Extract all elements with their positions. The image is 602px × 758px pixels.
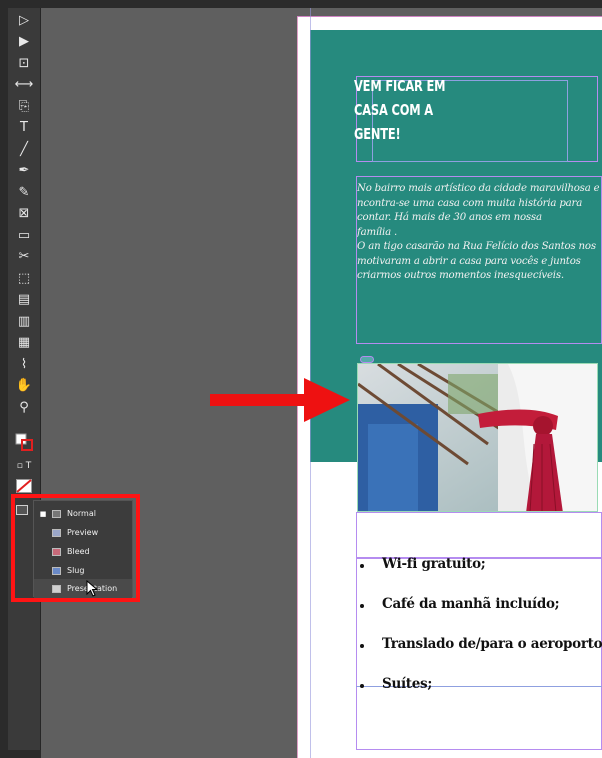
type-tool-icon[interactable]: T [8,118,40,138]
free-transform-tool-icon[interactable]: ⬚ [8,268,40,288]
bullet-item: Wi-fi gratuito; [358,556,602,596]
zoom-tool-icon[interactable]: ⚲ [8,397,40,417]
red-highlight-box [11,494,140,602]
spacer-frame[interactable] [356,512,602,558]
content-grabber-icon[interactable] [360,356,374,363]
scissors-tool-icon[interactable]: ✂ [8,247,40,267]
photo-image [358,364,597,511]
pen-tool-icon[interactable]: ✒ [8,161,40,181]
content-collector-icon[interactable]: ⎘ [8,96,40,116]
rectangle-frame-tool-icon[interactable]: ⊠ [8,204,40,224]
body-line: O an tigo casarão na Rua Felício dos San… [357,241,596,252]
fill-stroke-swatch-icon[interactable] [8,432,40,452]
direct-selection-tool-icon[interactable]: ▶ [8,32,40,52]
headline-line: GENTE! [354,125,401,143]
body-line: motivaram a abrir a casa para vocês e ju… [357,255,581,267]
gap-tool-icon[interactable]: ⟷ [8,75,40,95]
body-line: família . [357,226,398,238]
headline-line: VEM FICAR EM [354,77,446,95]
bullet-list[interactable]: Wi-fi gratuito; Café da manhã incluído; … [358,556,602,716]
formatting-affects-text-icon[interactable]: ▫ T [8,456,40,476]
body-text[interactable]: No bairro mais artístico da cidade marav… [357,182,599,284]
headline-line: CASA COM A [354,101,433,119]
red-arrow-annotation [210,378,350,422]
bullet-item: Café da manhã incluído; [358,596,602,636]
pencil-tool-icon[interactable]: ✎ [8,182,40,202]
body-line: contar. Há mais de 30 anos em nossa [357,212,542,223]
photo-frame[interactable] [357,363,598,512]
apply-none-icon[interactable] [8,476,40,496]
rectangle-tool-icon[interactable]: ▭ [8,225,40,245]
line-tool-icon[interactable]: ╱ [8,139,40,159]
tools-panel: ▷ ▶ ⊡ ⟷ ⎘ T ╱ ✒ ✎ ⊠ ▭ ✂ ⬚ ▤ ▥ ▦ ⌇ ✋ ⚲ ▫ T [8,8,41,750]
eyedropper-tool-icon[interactable]: ⌇ [8,354,40,374]
hand-tool-icon[interactable]: ✋ [8,376,40,396]
note-tool-icon[interactable]: ▦ [8,333,40,353]
gradient-feather-tool-icon[interactable]: ▥ [8,311,40,331]
gradient-swatch-tool-icon[interactable]: ▤ [8,290,40,310]
headline-text[interactable]: VEM FICAR EM CASA COM A GENTE! [354,74,452,146]
page-tool-icon[interactable]: ⊡ [8,53,40,73]
selection-tool-icon[interactable]: ▷ [8,10,40,30]
page-edge-guide [297,16,602,17]
bullet-item: Suítes; [358,676,602,716]
body-line: ncontra-se uma casa com muita história p… [357,197,583,209]
bullet-item: Translado de/para o aeroporto; [358,636,602,676]
body-line: criarmos outros momentos inesquecíveis. [357,270,564,281]
body-line: No bairro mais artístico da cidade marav… [357,183,599,194]
